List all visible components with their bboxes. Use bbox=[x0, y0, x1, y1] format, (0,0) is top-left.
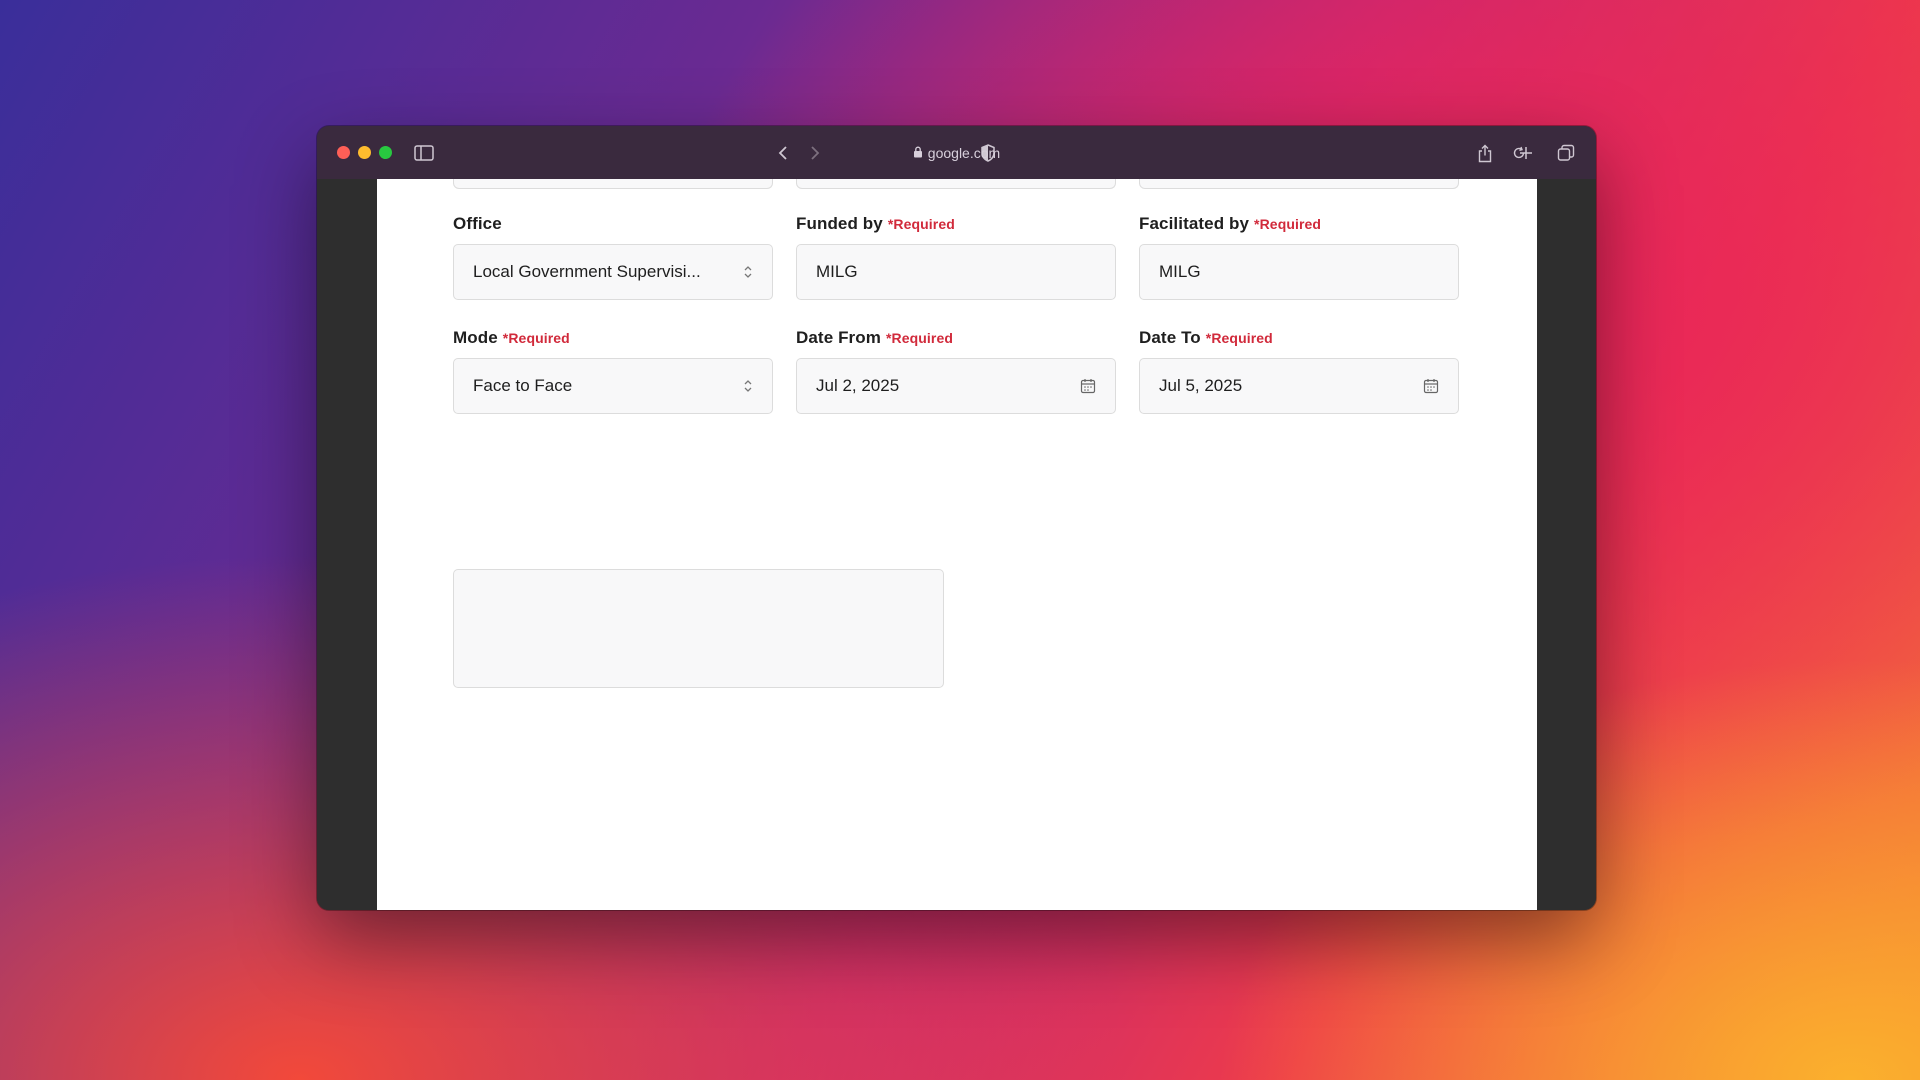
share-icon[interactable] bbox=[1474, 142, 1496, 164]
sidebar-toggle-icon[interactable] bbox=[413, 142, 435, 164]
mode-value: Face to Face bbox=[473, 376, 573, 395]
date-from-value: Jul 2, 2025 bbox=[816, 376, 900, 395]
required-badge: *Required bbox=[1205, 330, 1273, 346]
browser-titlebar: google.com bbox=[317, 126, 1596, 179]
date-to-input[interactable]: Jul 5, 2025 bbox=[1139, 358, 1459, 414]
date-from-input[interactable]: Jul 2, 2025 bbox=[796, 358, 1116, 414]
facilitated-by-input[interactable]: MILG bbox=[1139, 244, 1459, 300]
training-form-panel: Office Funded by *Required Facilitated by… bbox=[377, 179, 1537, 910]
required-badge: *Required bbox=[887, 216, 955, 232]
office-select[interactable]: Local Government Supervisi... bbox=[453, 244, 773, 300]
page-content: Office Funded by *Required Facilitated by… bbox=[317, 179, 1596, 910]
required-badge: *Required bbox=[502, 330, 570, 346]
previous-row-field[interactable] bbox=[796, 179, 1116, 189]
back-icon[interactable] bbox=[772, 142, 794, 164]
previous-row-field[interactable] bbox=[1139, 179, 1459, 189]
forward-icon[interactable] bbox=[804, 142, 826, 164]
date-to-label: Date To *Required bbox=[1139, 328, 1273, 347]
mode-select[interactable]: Face to Face bbox=[453, 358, 773, 414]
url-field[interactable]: google.com bbox=[913, 145, 1000, 161]
tab-overview-icon[interactable] bbox=[1555, 142, 1577, 164]
window-controls bbox=[337, 146, 392, 159]
minimize-window-button[interactable] bbox=[358, 146, 371, 159]
browser-window: google.com Office Funded by *Required Fa… bbox=[317, 126, 1596, 910]
new-tab-icon[interactable] bbox=[1515, 142, 1537, 164]
office-value: Local Government Supervisi... bbox=[473, 262, 701, 281]
required-badge: *Required bbox=[1254, 216, 1322, 232]
close-window-button[interactable] bbox=[337, 146, 350, 159]
date-to-value: Jul 5, 2025 bbox=[1159, 376, 1243, 395]
date-from-label: Date From *Required bbox=[796, 328, 954, 347]
required-badge: *Required bbox=[885, 330, 954, 346]
lock-icon bbox=[913, 145, 923, 161]
mode-label: Mode *Required bbox=[453, 328, 570, 347]
funded-by-value: MILG bbox=[816, 262, 858, 281]
office-label: Office bbox=[453, 214, 502, 233]
select-chevron-icon bbox=[743, 265, 753, 279]
public-toggle-card bbox=[453, 569, 944, 688]
select-chevron-icon bbox=[743, 379, 753, 393]
left-overlay-strip bbox=[317, 179, 377, 910]
funded-by-label: Funded by *Required bbox=[796, 214, 955, 233]
facilitated-by-value: MILG bbox=[1159, 262, 1201, 281]
funded-by-input[interactable]: MILG bbox=[796, 244, 1116, 300]
calendar-icon[interactable] bbox=[1080, 378, 1096, 394]
calendar-icon[interactable] bbox=[1423, 378, 1439, 394]
previous-row-field[interactable] bbox=[453, 179, 773, 189]
url-text: google.com bbox=[927, 144, 1001, 161]
address-bar: google.com bbox=[317, 126, 1596, 179]
facilitated-by-label: Facilitated by *Required bbox=[1139, 214, 1322, 233]
maximize-window-button[interactable] bbox=[379, 146, 392, 159]
